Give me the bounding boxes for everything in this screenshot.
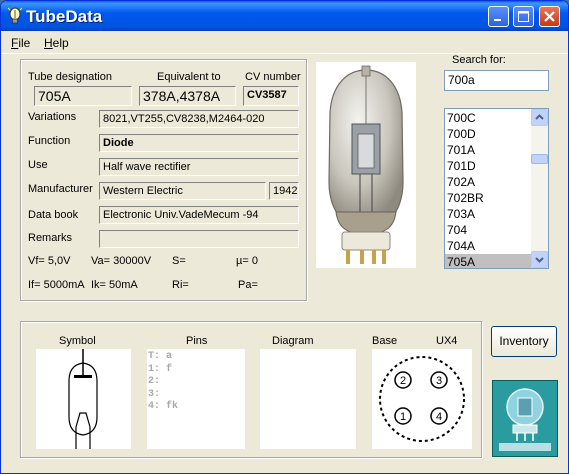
base-panel: 2 3 1 4: [372, 349, 472, 449]
s-value: S=: [172, 255, 186, 267]
title-bar[interactable]: TubeData: [1, 1, 568, 31]
arrow-down-icon: [535, 257, 544, 263]
list-item[interactable]: 705A: [445, 254, 531, 268]
diode-symbol-icon: [68, 349, 98, 449]
pin-line: 4: fk: [148, 401, 179, 412]
scroll-up-button[interactable]: [531, 109, 548, 126]
manufacturer-label: Manufacturer: [28, 183, 93, 195]
diagram-panel: [260, 349, 356, 449]
minimize-icon: [494, 19, 501, 21]
base-pin-number: 4: [436, 411, 442, 423]
vf-value: Vf= 5,0V: [28, 255, 71, 267]
cv-label: CV number: [245, 71, 301, 83]
search-label: Search for:: [452, 54, 506, 66]
remarks-label: Remarks: [28, 232, 73, 244]
use-field[interactable]: Half wave rectifier: [99, 158, 299, 176]
function-label: Function: [28, 135, 71, 147]
scroll-thumb[interactable]: [531, 154, 548, 164]
bulb-icon: [7, 7, 23, 24]
list-item[interactable]: 701A: [445, 142, 531, 158]
base-pin-number: 2: [400, 375, 406, 387]
cv-field[interactable]: CV3587: [243, 86, 299, 106]
equivalent-field[interactable]: 378A,4378A: [139, 86, 236, 106]
symbol-panel: [36, 349, 131, 449]
menu-bar: File Help: [1, 32, 568, 54]
base-label: Base: [372, 335, 398, 347]
list-item[interactable]: 701D: [445, 158, 531, 174]
close-button[interactable]: [539, 6, 560, 27]
scroll-down-button[interactable]: [531, 251, 548, 268]
list-item[interactable]: 703A: [445, 206, 531, 222]
tube-list-items: 700C 700D 701A 701D 702A 702BR 703A 704 704A 705A: [445, 110, 531, 268]
tube-photo: [316, 62, 416, 268]
pins-label: Pins: [186, 335, 208, 347]
base-pin-number: 1: [400, 411, 406, 423]
list-item[interactable]: 704: [445, 222, 531, 238]
diagram-label: Diagram: [272, 335, 314, 347]
minimize-button[interactable]: [488, 6, 509, 27]
tube-list[interactable]: 700C 700D 701A 701D 702A 702BR 703A 704 704A 705A: [444, 108, 549, 269]
pa-value: Pa=: [238, 279, 258, 291]
tube-logo-icon: [493, 381, 557, 456]
list-item[interactable]: 700D: [445, 126, 531, 142]
search-input[interactable]: 700a: [444, 70, 549, 91]
if-value: If= 5000mA: [28, 279, 85, 291]
symbol-label: Symbol: [59, 335, 96, 347]
ik-value: Ik= 50mA: [91, 279, 138, 291]
list-item[interactable]: 702A: [445, 174, 531, 190]
menu-help[interactable]: Help: [44, 36, 69, 50]
equivalent-label: Equivalent to: [157, 71, 221, 83]
menu-file[interactable]: File: [11, 36, 30, 50]
mu-value: µ= 0: [236, 255, 258, 267]
maximize-button[interactable]: [513, 6, 534, 27]
designation-field[interactable]: 705A: [34, 86, 132, 106]
pin-line: 3:: [148, 388, 161, 400]
manufacturer-field[interactable]: Western Electric: [99, 182, 266, 200]
variations-label: Variations: [28, 111, 77, 123]
main-window: TubeData File Help Tube designation Equi…: [0, 0, 569, 474]
va-value: Va= 30000V: [91, 255, 152, 267]
window-title: TubeData: [26, 7, 103, 26]
close-icon: [544, 11, 555, 22]
pin-line: 2:: [148, 376, 161, 387]
vacuum-tube-image: [328, 65, 404, 264]
year-field[interactable]: 1942: [269, 182, 299, 200]
variations-field[interactable]: 8021,VT255,CV8238,M2464-020: [99, 110, 299, 128]
list-item[interactable]: 700C: [445, 110, 531, 126]
remarks-field[interactable]: [99, 230, 299, 248]
list-item[interactable]: 704A: [445, 238, 531, 254]
inventory-button[interactable]: Inventory: [491, 326, 557, 357]
designation-label: Tube designation: [28, 71, 112, 83]
arrow-up-icon: [535, 114, 544, 120]
maximize-icon: [518, 11, 529, 22]
pins-panel: T: a 1: f 2: 3: 4: fk: [147, 349, 245, 449]
ux4-base-icon: 2 3 1 4: [379, 356, 465, 442]
use-label: Use: [28, 159, 48, 171]
app-logo: [492, 380, 558, 457]
function-field[interactable]: Diode: [99, 134, 299, 152]
pin-line: 1: f: [148, 363, 173, 375]
pin-line: T: a: [148, 351, 173, 362]
databook-label: Data book: [28, 209, 79, 221]
ri-value: Ri=: [172, 279, 189, 291]
list-scrollbar[interactable]: [531, 109, 548, 268]
list-item[interactable]: 702BR: [445, 190, 531, 206]
databook-field[interactable]: Electronic Univ.VadeMecum -94: [99, 206, 299, 224]
base-pin-number: 3: [436, 375, 442, 387]
base-type-label: UX4: [436, 335, 458, 347]
